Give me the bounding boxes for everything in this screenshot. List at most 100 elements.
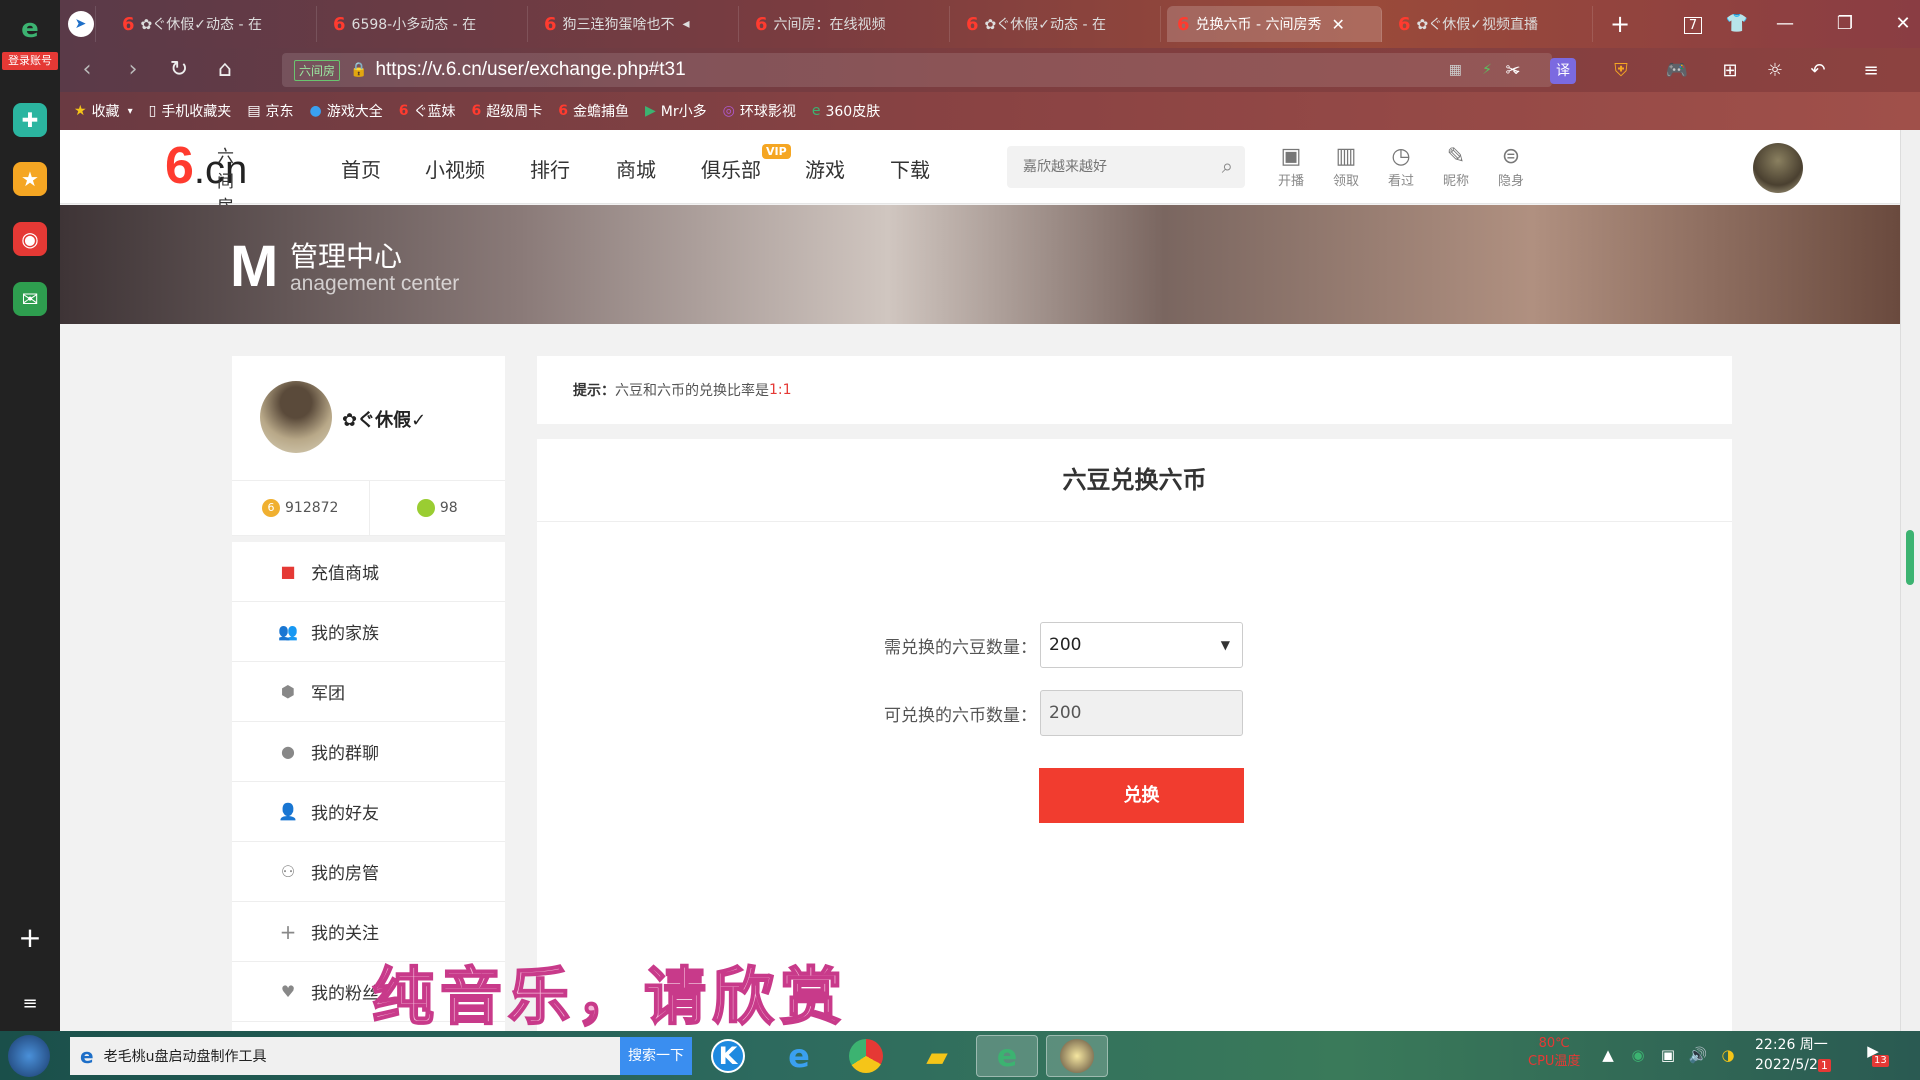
sidebar-item-label: 我的房管 — [311, 864, 379, 884]
bookmark-jd[interactable]: ▤ 京东 — [247, 101, 293, 121]
audio-icon[interactable]: ◂ — [683, 16, 690, 32]
tab-4[interactable]: 6 六间房：在线视频 — [745, 6, 950, 42]
sidebar-item-family[interactable]: 👥 我的家族 — [232, 602, 505, 662]
six-logo-icon: 6 — [1177, 13, 1190, 35]
nav-mall[interactable]: 商城 — [616, 154, 656, 183]
bookmark-weekly-card[interactable]: 6 超级周卡 — [472, 101, 543, 121]
url-text[interactable]: https://v.6.cn/user/exchange.php#t31 — [375, 59, 685, 81]
notification-icon[interactable]: ▶ 13 — [1858, 1041, 1889, 1067]
search-icon[interactable]: ⌕ — [1222, 154, 1233, 178]
close-tab-icon[interactable]: ✕ — [1331, 15, 1344, 34]
sidebar-item-group-chat[interactable]: ● 我的群聊 — [232, 722, 505, 782]
logo-six: 6 — [165, 137, 194, 195]
page-scrollbar[interactable] — [1900, 130, 1920, 1031]
tab-1[interactable]: 6 ✿ぐ休假✓动态 - 在 — [112, 6, 317, 42]
menu-icon[interactable]: ≡ — [1858, 58, 1884, 84]
bookmark-label: 超级周卡 — [486, 104, 543, 120]
volume-icon[interactable]: 🔊 — [1688, 1045, 1708, 1065]
restore-icon[interactable]: ❐ — [1830, 10, 1860, 38]
ie-browser-icon[interactable]: e — [768, 1035, 830, 1077]
nickname-button[interactable]: ✎ 昵称 — [1436, 144, 1476, 189]
tab-active-exchange[interactable]: 6 兑换六币 - 六间房秀 ✕ — [1167, 6, 1382, 42]
qr-code-icon[interactable]: ▦ — [1449, 62, 1462, 78]
home-icon[interactable]: ⌂ — [210, 55, 240, 85]
bean-amount-select[interactable]: 200 ▼ — [1040, 622, 1243, 668]
nav-games[interactable]: 游戏 — [805, 154, 845, 183]
browser-logo-icon[interactable]: e — [13, 12, 47, 46]
user-avatar[interactable] — [1753, 143, 1803, 193]
sidebar-item-room-admin[interactable]: ⚇ 我的房管 — [232, 842, 505, 902]
tab-3[interactable]: 6 狗三连狗蛋啥也不 ◂ — [534, 6, 739, 42]
nav-club[interactable]: 俱乐部 — [701, 154, 761, 183]
exchange-button[interactable]: 兑换 — [1039, 768, 1244, 823]
shirt-skin-icon[interactable]: 👕 — [1722, 10, 1752, 38]
favorites-star-icon[interactable]: ★ — [13, 162, 47, 196]
chrome-icon[interactable] — [835, 1035, 897, 1077]
bookmark-games[interactable]: ● 游戏大全 — [310, 101, 383, 121]
kugou-icon[interactable]: K — [697, 1035, 759, 1077]
undo-icon[interactable]: ↶ — [1805, 58, 1831, 84]
tab-7[interactable]: 6 ✿ぐ休假✓视频直播 — [1388, 6, 1593, 42]
tab-2[interactable]: 6 6598-小多动态 - 在 — [323, 6, 528, 42]
reload-icon[interactable]: ↻ — [164, 55, 194, 85]
minimize-icon[interactable]: — — [1770, 10, 1800, 38]
weibo-icon[interactable]: ◉ — [13, 222, 47, 256]
browser-360-icon[interactable]: e — [976, 1035, 1038, 1077]
site-logo[interactable]: 6 .cn 六间房 — [165, 137, 247, 217]
back-icon[interactable]: ‹ — [72, 55, 102, 85]
list-menu-icon[interactable]: ≡ — [13, 986, 47, 1020]
security-360-icon[interactable]: ◉ — [1628, 1045, 1648, 1065]
bookmark-skin[interactable]: e 360皮肤 — [812, 101, 880, 121]
network-icon[interactable]: ▣ — [1658, 1045, 1678, 1065]
taskbar-clock[interactable]: 22:26 周一 2022/5/2 1 — [1755, 1035, 1831, 1076]
sidebar-item-friends[interactable]: 👤 我的好友 — [232, 782, 505, 842]
six-logo-icon: 6 — [122, 13, 135, 35]
nav-download[interactable]: 下载 — [890, 154, 930, 183]
grid-apps-icon[interactable]: ⊞ — [1717, 58, 1743, 84]
nav-home[interactable]: 首页 — [341, 154, 381, 183]
plugin-icon[interactable]: ✚ — [13, 103, 47, 137]
profile-avatar[interactable] — [260, 381, 332, 453]
address-bar[interactable]: 六间房 🔒 https://v.6.cn/user/exchange.php#t… — [282, 53, 1552, 87]
taskbar-app-window[interactable]: e 老毛桃u盘启动盘制作工具 — [70, 1037, 620, 1075]
forward-icon[interactable]: › — [118, 55, 148, 85]
game-controller-icon[interactable]: 🎮 — [1664, 58, 1690, 84]
history-button[interactable]: ◷ 看过 — [1381, 144, 1421, 189]
tab-5[interactable]: 6 ✿ぐ休假✓动态 - 在 — [956, 6, 1161, 42]
bookmark-global-video[interactable]: ◎ 环球影视 — [723, 101, 796, 121]
bookmark-fishing[interactable]: 6 金蟾捕鱼 — [558, 101, 629, 121]
bookmark-favorites[interactable]: ★ 收藏 ▾ — [74, 101, 133, 121]
live-app-icon[interactable] — [1046, 1035, 1108, 1077]
navigation-icon[interactable]: ➤ — [66, 6, 96, 42]
sidebar-item-recharge-mall[interactable]: ■ 充值商城 — [232, 542, 505, 602]
tab-count-button[interactable]: 7 — [1678, 10, 1708, 38]
add-icon[interactable]: + — [13, 920, 47, 954]
taskbar-search-button[interactable]: 搜索一下 — [620, 1037, 692, 1075]
start-button[interactable] — [8, 1035, 50, 1077]
mail-icon[interactable]: ✉ — [13, 282, 47, 316]
search-input[interactable] — [1023, 159, 1203, 175]
brightness-icon[interactable]: ☼ — [1762, 58, 1788, 84]
login-account-button[interactable]: 登录账号 — [2, 52, 58, 70]
invisible-button[interactable]: ⊜ 隐身 — [1491, 144, 1531, 189]
translate-icon[interactable]: 译 — [1550, 58, 1576, 84]
ime-icon[interactable]: ◑ — [1718, 1045, 1738, 1065]
bookmark-mr-xiaoduo[interactable]: ▶ Mr小多 — [645, 101, 707, 121]
sidebar-item-legion[interactable]: ⬢ 军团 — [232, 662, 505, 722]
nav-ranking[interactable]: 排行 — [530, 154, 570, 183]
scissors-icon[interactable]: ✂ — [1500, 58, 1526, 84]
bean-icon — [416, 499, 435, 517]
show-hidden-icons-icon[interactable]: ▲ — [1598, 1045, 1618, 1065]
claim-button[interactable]: ▥ 领取 — [1326, 144, 1366, 189]
cpu-temperature[interactable]: 80℃ CPU温度 — [1528, 1035, 1580, 1071]
lightning-icon[interactable]: ⚡ — [1482, 62, 1492, 78]
shield-icon[interactable]: ⛨ — [1608, 58, 1634, 84]
go-live-button[interactable]: ▣ 开播 — [1271, 144, 1311, 189]
nav-short-video[interactable]: 小视频 — [425, 154, 485, 183]
scrollbar-thumb[interactable] — [1906, 530, 1914, 585]
bookmark-lanmei[interactable]: 6 ぐ蓝妹 — [399, 101, 456, 121]
close-window-icon[interactable]: ✕ — [1888, 10, 1918, 38]
new-tab-icon[interactable]: + — [1605, 10, 1635, 38]
folder-icon[interactable]: ▰ — [906, 1035, 968, 1077]
bookmark-mobile[interactable]: ▯ 手机收藏夹 — [149, 101, 232, 121]
